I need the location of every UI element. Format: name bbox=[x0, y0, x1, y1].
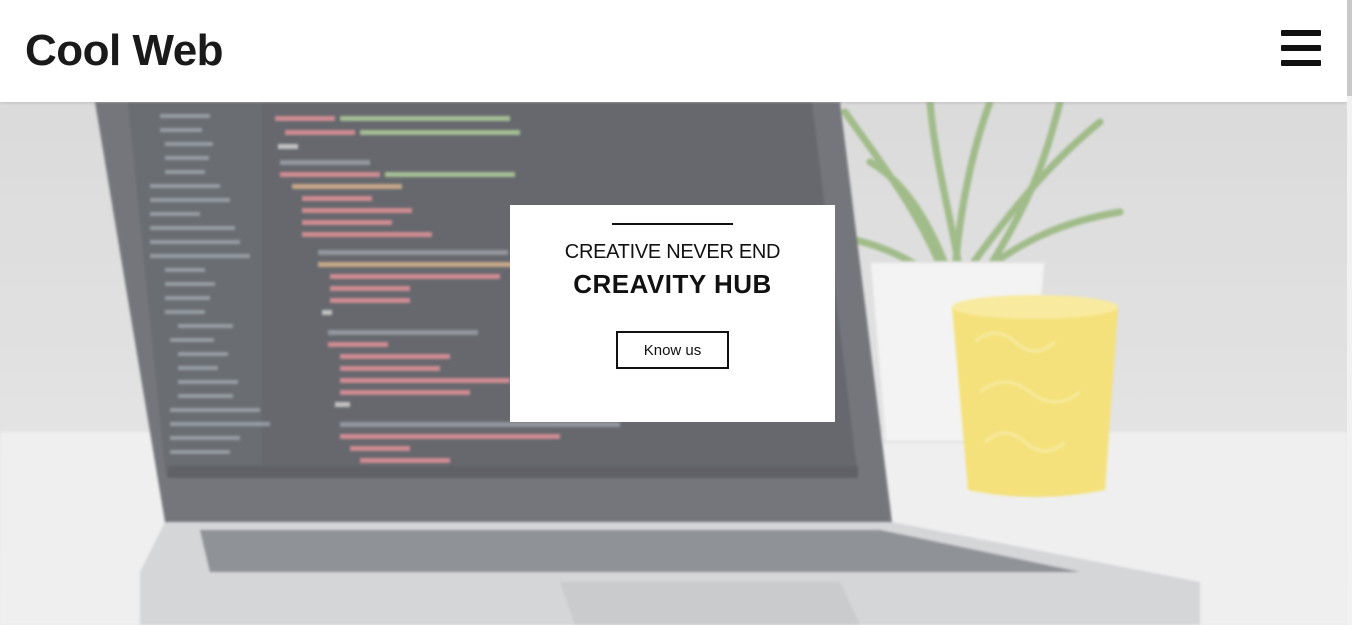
hero-card: CREATIVE NEVER END CREAVITY HUB Know us bbox=[510, 205, 835, 422]
hero-subtitle: CREATIVE NEVER END bbox=[564, 241, 781, 263]
scrollbar-thumb[interactable] bbox=[1347, 0, 1352, 96]
menu-bar bbox=[1281, 60, 1321, 66]
menu-bar bbox=[1281, 45, 1321, 51]
site-logo[interactable]: Cool Web bbox=[25, 26, 224, 76]
menu-bar bbox=[1281, 30, 1321, 36]
site-header: Cool Web bbox=[0, 0, 1347, 102]
hamburger-menu-icon[interactable] bbox=[1280, 28, 1322, 68]
page-scrollbar[interactable] bbox=[1347, 0, 1352, 625]
card-divider bbox=[612, 223, 733, 225]
hero-title: CREAVITY HUB bbox=[573, 269, 772, 299]
know-us-button[interactable]: Know us bbox=[616, 331, 729, 369]
